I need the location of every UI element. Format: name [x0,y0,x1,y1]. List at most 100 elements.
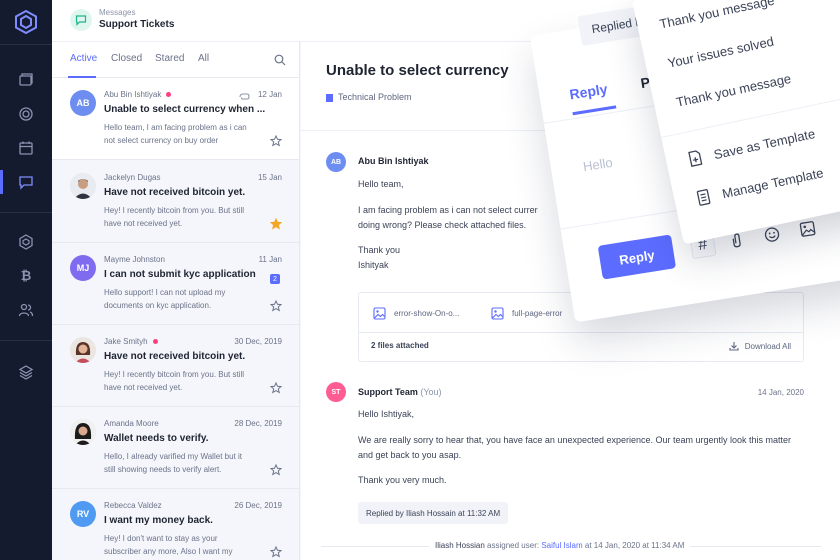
calendar-icon[interactable] [16,138,36,158]
image-icon [491,307,504,320]
manage-template-label: Manage Template [720,164,825,201]
ticket-subject: I can not submit kyc application [104,269,256,280]
template-option[interactable]: Thank you message [658,0,776,32]
tab-closed[interactable]: Closed [111,53,142,64]
tab-reply[interactable]: Reply [568,81,608,103]
sender-name: Amanda Moore [104,419,159,428]
ticket-sender: Jackelyn Dugas [104,173,160,182]
message-text: Thank you [358,245,401,255]
ticket-preview: Hello, I already varified my Wallet but … [104,452,242,474]
wallet-icon[interactable] [16,70,36,90]
online-indicator [166,92,172,98]
ticket-subject: I want my money back. [104,515,213,526]
ticket-sender: Amanda Moore [104,419,159,428]
reply-button[interactable]: Reply [597,234,677,280]
app-logo-icon[interactable] [14,9,38,35]
avatar: MJ [70,255,96,281]
avatar [70,419,96,445]
ticket-preview: Hey! I recently bitcoin from you. But st… [104,370,245,392]
message-author: Abu Bin Ishtiyak [358,156,429,166]
tab-all[interactable]: All [198,53,209,64]
assigned-user-link[interactable]: Saiful Islam [541,541,582,550]
message-text: I am facing problem as i can not select … [358,205,538,215]
download-all-button[interactable]: Download All [729,341,791,351]
file-add-icon [688,150,703,167]
ticket-item[interactable]: Jackelyn Dugas 15 Jan Have not received … [52,161,299,243]
tab-stared[interactable]: Stared [155,53,184,64]
ticket-item[interactable]: AB Abu Bin Ishtiyak 12 Jan Unable to sel… [52,78,299,160]
ticket-subject: Unable to select currency when ... [104,104,266,115]
message-text: doing wrong? Please check attached files… [358,220,527,230]
ticket-preview: Hey! I recently bitcoin from you. But st… [104,206,245,228]
ticket-preview: Hello team, I am facing problem as i can… [104,123,247,145]
search-icon[interactable] [274,53,286,71]
document-list-icon [696,189,711,206]
star-icon[interactable] [269,463,283,476]
assign-text: assigned user: [487,541,540,550]
reply-textarea[interactable]: Hello [582,155,614,174]
category-label: Technical Problem [338,92,412,102]
users-icon[interactable] [16,300,36,320]
sender-name: Abu Bin Ishtiyak [104,90,162,99]
ticket-sender: Rebecca Valdez [104,501,162,510]
ticket-item[interactable]: MJ Mayme Johnston 11 Jan I can not submi… [52,243,299,325]
attachment-file[interactable]: full-page-error [491,307,562,320]
sender-name: Jackelyn Dugas [104,173,161,182]
message-text: We are really sorry to hear that, you ha… [358,435,792,445]
ticket-date: 26 Dec, 2019 [234,501,282,510]
ticket-preview: Hello support! I can not upload my docum… [104,288,226,310]
ticket-date: 11 Jan [258,255,282,264]
rail-divider [0,212,52,213]
star-icon-filled[interactable] [269,217,283,230]
sender-name: Jake Smityh [104,337,148,346]
attachment-file[interactable]: error-show-On-o... [373,307,459,320]
star-icon[interactable] [269,134,283,147]
template-option[interactable]: Your issues solved [666,34,775,71]
chat-icon[interactable] [16,172,36,192]
rail-divider [0,340,52,341]
hexagon-icon[interactable] [16,232,36,252]
ticket-item[interactable]: Jake Smityh 30 Dec, 2019 Have not receiv… [52,325,299,407]
unread-count-badge: 2 [270,274,280,284]
page-title: Support Tickets [99,19,175,30]
ticket-sender: Abu Bin Ishtiyak [104,90,172,99]
author-name: Support Team [358,387,418,397]
manage-template-option[interactable]: Manage Template [695,164,825,206]
message-date: 14 Jan, 2020 [757,388,804,397]
star-icon[interactable] [269,381,283,394]
ticket-subject: Wallet needs to verify. [104,433,209,444]
attachment-count: 2 files attached [371,341,429,350]
ticket-date: 28 Dec, 2019 [234,419,282,428]
attachments-divider [359,332,803,333]
template-option[interactable]: Thank you message [675,71,793,110]
layers-icon[interactable] [16,362,36,382]
ticket-date: 12 Jan [257,90,282,99]
tab-active[interactable]: Active [70,53,97,64]
avatar: AB [326,152,346,172]
image-icon [373,307,386,320]
message-text: and get back to you asap. [358,450,462,460]
coin-icon[interactable] [16,104,36,124]
active-nav-indicator [0,170,3,194]
ticket-item[interactable]: RV Rebecca Valdez 26 Dec, 2019 I want my… [52,489,299,560]
breadcrumb[interactable]: Messages [99,8,135,17]
download-all-label: Download All [744,341,791,351]
attachment-filename: full-page-error [512,309,563,318]
avatar: RV [70,501,96,527]
messages-icon [70,9,92,31]
bitcoin-icon[interactable]: ₿ [16,266,36,286]
save-as-template-option[interactable]: Save as Template [687,125,817,167]
ticket-sender: Jake Smityh [104,337,158,346]
author-suffix: (You) [420,387,442,397]
star-icon[interactable] [269,545,283,558]
online-indicator [152,339,158,345]
ticket-filter-tabs: Active Closed Stared All [52,42,299,78]
avatar: ST [326,382,346,402]
replied-by-chip: Replied by Iliash Hossain at 11:32 AM [358,502,509,524]
message-text: Hello team, [358,179,404,189]
sender-name: Mayme Johnston [104,255,165,264]
ticket-item[interactable]: Amanda Moore 28 Dec, 2019 Wallet needs t… [52,407,299,489]
star-icon[interactable] [269,299,283,312]
message-text: Thank you very much. [358,475,447,485]
ticket-subject: Have not received bitcoin yet. [104,351,246,362]
